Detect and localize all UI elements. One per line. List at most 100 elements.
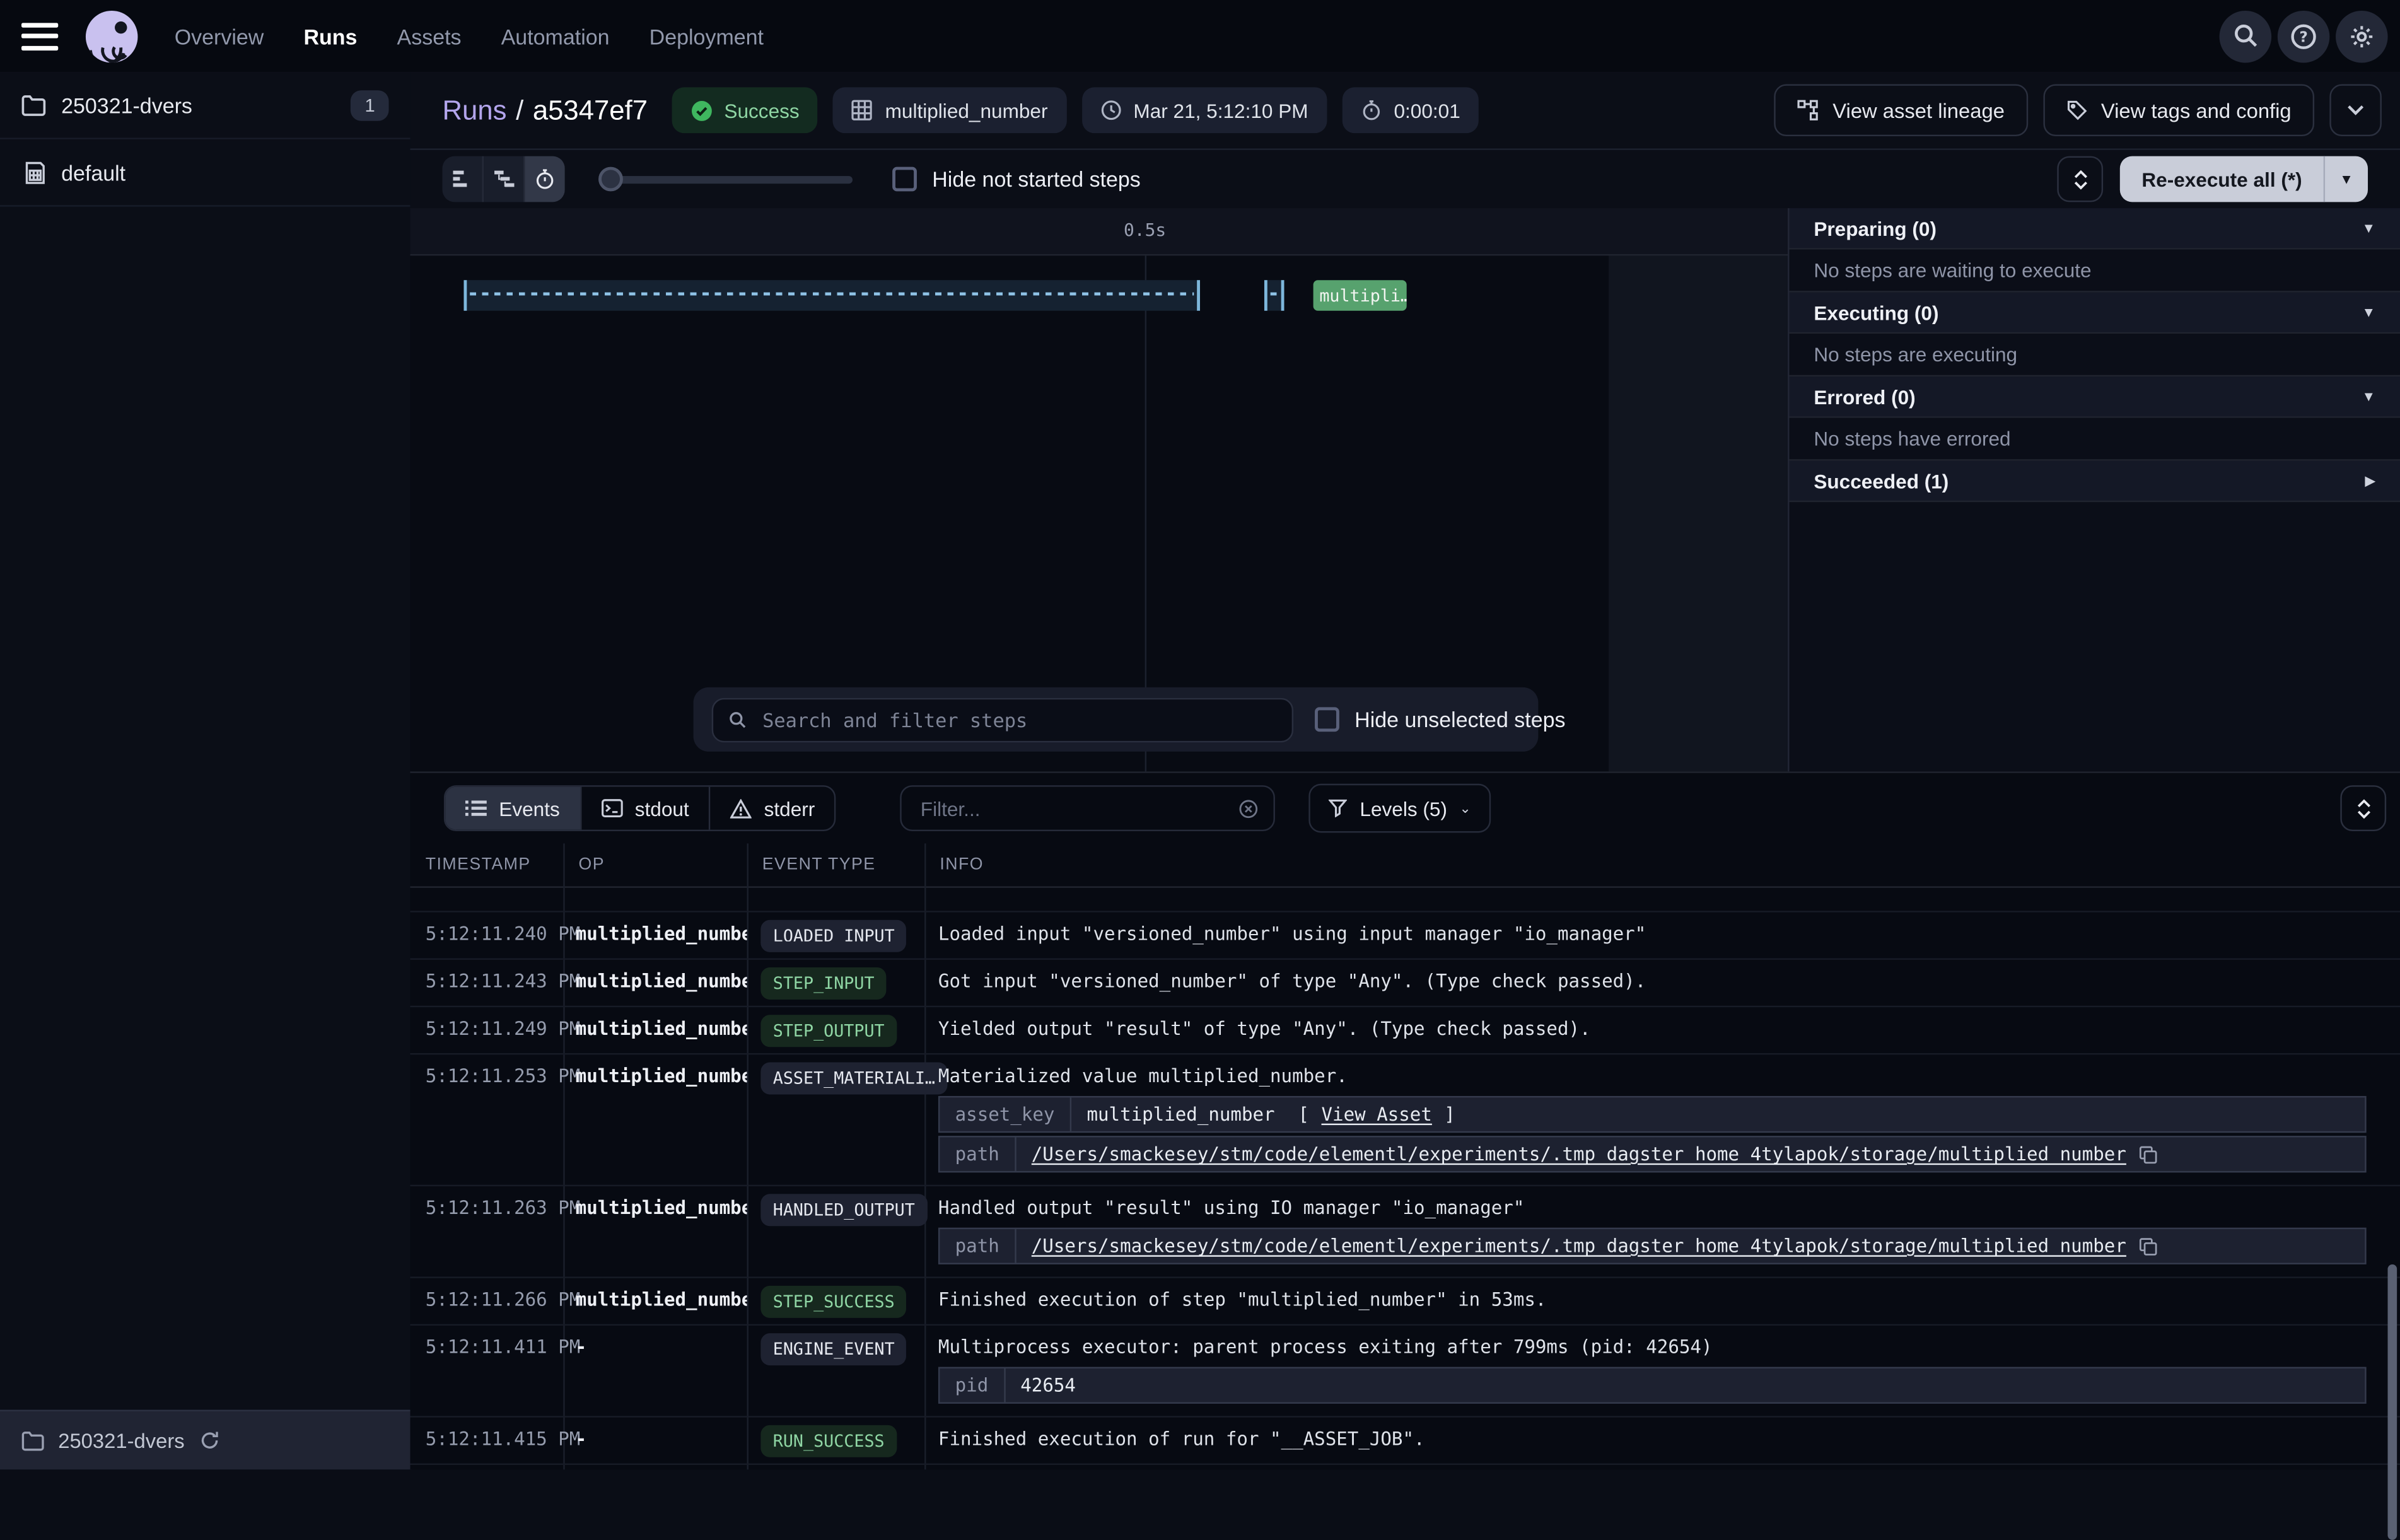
menu-icon[interactable] [21,22,58,50]
expand-gantt-button[interactable] [2058,156,2104,202]
view-asset-link[interactable]: View Asset [1322,1104,1432,1125]
view-tags-config-label: View tags and config [2101,99,2292,122]
log-op: multiplied_number [563,1007,747,1053]
expand-logs-button[interactable] [2340,785,2386,831]
gantt-step-bar-multiplied-number[interactable]: multipli… [1314,280,1407,311]
log-row[interactable]: 5:12:11.249 PMmultiplied_numberSTEP_OUTP… [411,1007,2400,1054]
help-icon: ? [2290,22,2317,50]
nav-right: ? [2220,10,2388,62]
nav-item-deployment[interactable]: Deployment [650,24,764,49]
run-actions-menu-button[interactable] [2329,85,2382,137]
header-actions: View asset lineage View tags and config [1774,85,2382,137]
caret-down-icon: ▼ [2362,389,2376,404]
sidebar-item-project[interactable]: 250321-dvers 1 [0,72,411,139]
slider-knob[interactable] [598,167,623,192]
log-row[interactable]: 5:12:11.263 PMmultiplied_numberHANDLED_O… [411,1186,2400,1278]
metadata-value: multiplied_number [View Asset] [1071,1097,1471,1131]
status-section-header[interactable]: Preparing (0)▼ [1790,208,2400,250]
nav-item-assets[interactable]: Assets [397,24,462,49]
tab-stdout[interactable]: stdout [581,787,711,830]
search-button[interactable] [2220,10,2272,62]
gantt-toolbar: Hide not started steps Re-execute all (*… [411,150,2400,210]
nav-item-automation[interactable]: Automation [501,24,610,49]
gantt-waiting-bar[interactable] [463,280,1200,311]
step-search-overlay: Hide unselected steps [694,687,1539,752]
status-section-title: Preparing (0) [1814,216,1937,239]
gantt-zoom-slider[interactable] [598,167,853,192]
view-asset-lineage-button[interactable]: View asset lineage [1774,85,2027,137]
status-section-header[interactable]: Errored (0)▼ [1790,376,2400,418]
clear-filter-icon[interactable] [1238,796,1259,819]
help-button[interactable]: ? [2278,10,2330,62]
gantt-mode-flat-button[interactable] [442,156,484,202]
funnel-icon [1329,799,1348,817]
gantt-waiting-bar-short[interactable] [1264,280,1284,311]
hide-unselected-label: Hide unselected steps [1354,707,1565,732]
status-section-header[interactable]: Succeeded (1)▶ [1790,461,2400,503]
asset-tag-chip[interactable]: multiplied_number [833,87,1066,133]
log-timestamp: 5:12:11.240 PM [411,913,564,959]
hide-unselected-checkbox[interactable] [1315,707,1339,732]
col-timestamp: TIMESTAMP [411,856,564,874]
step-search-input[interactable] [759,706,1276,732]
gantt-mode-timed-button[interactable] [525,156,565,202]
svg-text:?: ? [2299,28,2307,45]
warning-icon [730,798,752,819]
log-row[interactable]: 5:12:11.426 PM-ENGINE_EVENTProcess for r… [411,1465,2400,1469]
tab-stderr[interactable]: stderr [711,787,835,830]
duration-label: 0:00:01 [1394,99,1460,122]
settings-button[interactable] [2336,10,2388,62]
sidebar-item-default-group[interactable]: default [0,139,411,207]
log-filter-input[interactable] [917,795,1226,821]
log-row[interactable]: 5:12:11.243 PMmultiplied_numberSTEP_INPU… [411,960,2400,1007]
log-row-partial[interactable] [411,899,2400,913]
log-info-cell: Process for run exited (pid: 42654). [924,1465,2400,1469]
status-section-message: No steps are waiting to execute [1790,250,2400,293]
reexecute-menu-button[interactable]: ▼ [2324,156,2368,202]
gantt-mode-waterfall-button[interactable] [484,156,525,202]
breadcrumb-runs-link[interactable]: Runs [442,94,506,126]
slider-track[interactable] [598,176,853,184]
metadata-entry: asset_keymultiplied_number [View Asset] [938,1096,2367,1133]
log-row[interactable]: 5:12:11.411 PM-ENGINE_EVENTMultiprocess … [411,1326,2400,1418]
copy-icon[interactable] [2138,1236,2158,1256]
metadata-value-text: 42654 [1020,1375,1076,1396]
log-row[interactable]: 5:12:11.266 PMmultiplied_numberSTEP_SUCC… [411,1278,2400,1326]
metadata-value-text[interactable]: /Users/smackesey/stm/code/elementl/exper… [1032,1235,2126,1257]
status-section-message: No steps are executing [1790,334,2400,376]
run-id: a5347ef7 [533,94,648,126]
log-table: TIMESTAMP OP EVENT TYPE INFO 5:12:11.240… [411,843,2400,1469]
tab-label: stdout [635,796,689,819]
log-table-header: TIMESTAMP OP EVENT TYPE INFO [411,843,2400,887]
log-row[interactable]: 5:12:11.415 PM-RUN_SUCCESSFinished execu… [411,1418,2400,1465]
log-scrollbar[interactable] [2388,1264,2397,1540]
top-nav: Overview Runs Assets Automation Deployment ? [0,0,2400,74]
nav-links: Overview Runs Assets Automation Deployment [175,24,764,49]
event-type-badge: STEP_INPUT [760,967,887,1000]
truncated-badge [760,942,878,952]
status-section-header[interactable]: Executing (0)▼ [1790,293,2400,334]
log-row[interactable]: 5:12:11.240 PMmultiplied_numberLOADED_IN… [411,913,2400,960]
reexecute-all-button[interactable]: Re-execute all (*) [2120,156,2323,202]
step-search-box[interactable] [712,697,1293,742]
metadata-entry: path/Users/smackesey/stm/code/elementl/e… [938,1228,2367,1264]
tab-events[interactable]: Events [445,787,581,830]
levels-filter-button[interactable]: Levels (5) ⌄ [1309,784,1491,833]
copy-icon[interactable] [2138,1144,2158,1164]
nav-item-runs[interactable]: Runs [303,24,357,49]
metadata-value-text[interactable]: /Users/smackesey/stm/code/elementl/exper… [1032,1143,2126,1165]
log-info-text: Yielded output "result" of type "Any". (… [938,1018,2367,1039]
log-row[interactable]: 5:12:11.253 PMmultiplied_numberASSET_MAT… [411,1054,2400,1186]
asset-table-icon [851,100,873,121]
log-filter-box[interactable] [900,785,1276,831]
view-asset-lineage-label: View asset lineage [1832,99,2005,122]
log-info-text: Handled output "result" using IO manager… [938,1197,2367,1218]
dagster-run-page: Overview Runs Assets Automation Deployment ?… [0,0,2400,1469]
log-info-cell: Got input "versioned_number" of type "An… [924,960,2400,1006]
nav-item-overview[interactable]: Overview [175,24,264,49]
view-tags-config-button[interactable]: View tags and config [2043,85,2314,137]
status-panel: Preparing (0)▼No steps are waiting to ex… [1788,208,2400,771]
dagster-logo[interactable] [86,10,138,62]
sidebar-footer[interactable]: 250321-dvers [0,1410,411,1470]
hide-not-started-checkbox[interactable] [892,167,917,192]
